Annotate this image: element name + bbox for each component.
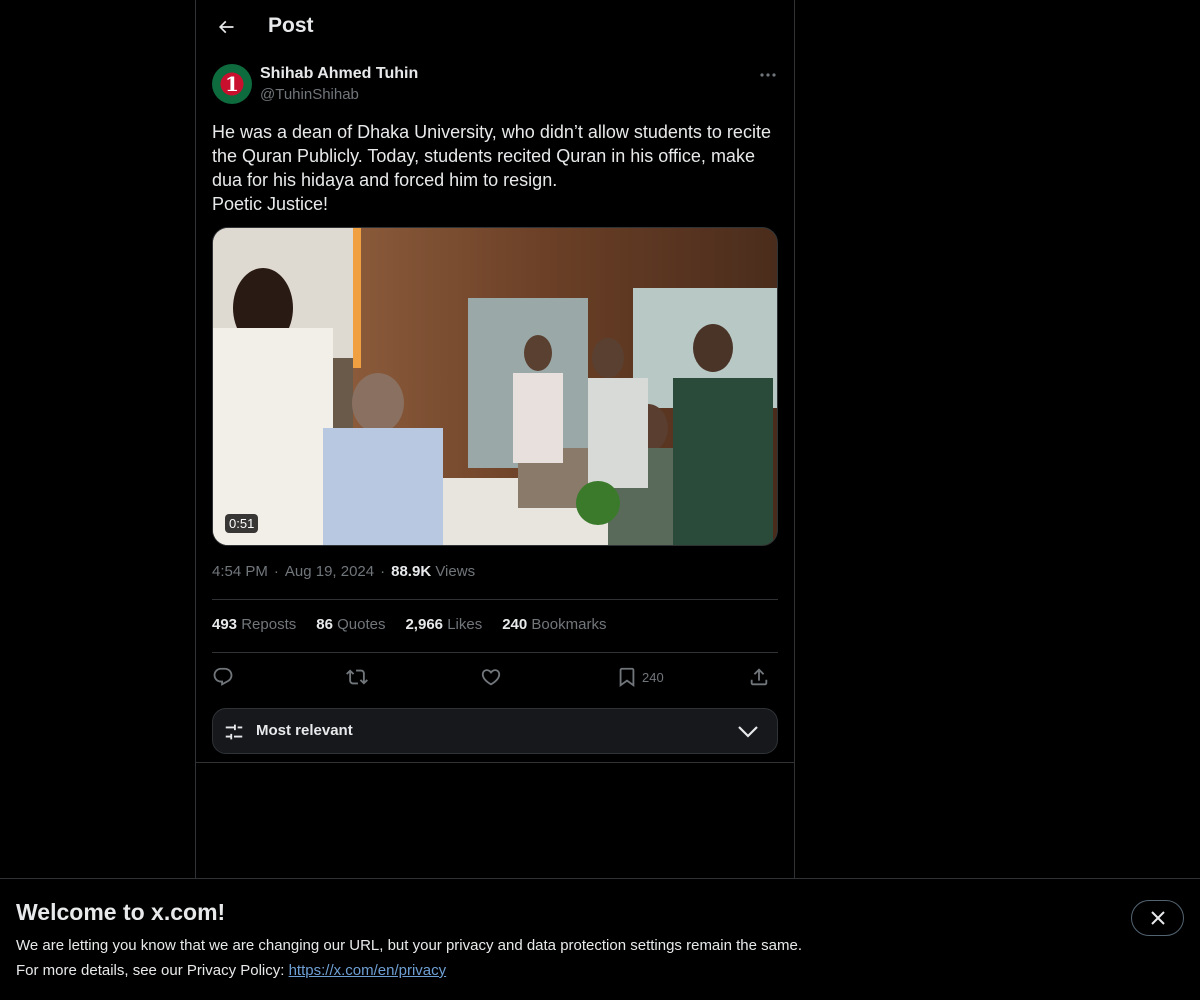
likes-stat[interactable]: 2,966 Likes <box>405 616 482 633</box>
more-options-button[interactable] <box>754 64 782 86</box>
separator: · <box>380 563 386 580</box>
quotes-label: Quotes <box>337 616 386 633</box>
privacy-policy-link[interactable]: https://x.com/en/privacy <box>289 962 447 979</box>
reply-icon <box>213 667 233 686</box>
reposts-label: Reposts <box>241 616 297 633</box>
avatar[interactable]: 1 <box>212 64 252 104</box>
banner-privacy-line: For more details, see our Privacy Policy… <box>16 962 446 979</box>
views-label: Views <box>435 563 476 580</box>
sort-label: Most relevant <box>256 722 353 739</box>
author-handle[interactable]: @TuhinShihab <box>260 86 359 103</box>
page-header: Post <box>196 0 794 54</box>
video-thumbnail <box>213 228 777 545</box>
reposts-stat[interactable]: 493 Reposts <box>212 616 296 633</box>
banner-title: Welcome to x.com! <box>16 899 226 925</box>
video-player[interactable]: 0:51 <box>212 227 778 546</box>
views-count: 88.9K <box>391 563 432 580</box>
divider <box>196 762 794 763</box>
bookmarks-count: 240 <box>502 616 528 633</box>
bookmarks-stat[interactable]: 240 Bookmarks <box>502 616 606 633</box>
sliders-icon <box>225 724 243 740</box>
sort-replies-dropdown[interactable]: Most relevant <box>212 708 778 754</box>
chevron-down-icon <box>738 726 758 738</box>
likes-count: 2,966 <box>405 616 444 633</box>
welcome-banner: Welcome to x.com! We are letting you kno… <box>0 878 1200 1000</box>
quotes-stat[interactable]: 86 Quotes <box>316 616 385 633</box>
post-time[interactable]: 4:54 PM <box>212 563 268 580</box>
arrow-left-icon <box>218 20 234 34</box>
post-date[interactable]: Aug 19, 2024 <box>285 563 374 580</box>
divider <box>212 652 778 653</box>
post-meta: 4:54 PM · Aug 19, 2024 · 88.9K Views <box>212 563 475 580</box>
close-icon <box>1150 911 1165 925</box>
quotes-count: 86 <box>316 616 333 633</box>
bookmarks-label: Bookmarks <box>531 616 607 633</box>
bookmark-button[interactable]: 240 <box>616 662 664 692</box>
avatar-digit: 1 <box>225 72 239 96</box>
like-button[interactable] <box>480 662 502 692</box>
banner-privacy-prefix: For more details, see our Privacy Policy… <box>16 962 289 979</box>
more-dots-icon <box>760 73 776 77</box>
repost-button[interactable] <box>346 662 368 692</box>
post-text: He was a dean of Dhaka University, who d… <box>212 122 771 214</box>
bookmark-icon <box>619 667 635 688</box>
close-banner-button[interactable] <box>1131 900 1184 936</box>
action-bar: 240 <box>212 662 778 692</box>
separator: · <box>273 563 279 580</box>
divider <box>212 599 778 600</box>
reposts-count: 493 <box>212 616 238 633</box>
stats-row: 493 Reposts 86 Quotes 2,966 Likes 240 Bo… <box>212 616 606 633</box>
banner-message: We are letting you know that we are chan… <box>16 937 802 954</box>
video-duration: 0:51 <box>225 514 259 533</box>
main-column: Post 1 Shihab Ahmed Tuhin @TuhinShihab H… <box>195 0 795 878</box>
back-button[interactable] <box>208 9 244 45</box>
share-button[interactable] <box>748 662 770 692</box>
bookmark-count: 240 <box>642 669 664 685</box>
share-icon <box>750 668 768 686</box>
repost-icon <box>346 669 368 685</box>
likes-label: Likes <box>447 616 483 633</box>
page-title: Post <box>268 14 314 37</box>
reply-button[interactable] <box>212 662 234 692</box>
heart-icon <box>481 669 501 686</box>
author-name[interactable]: Shihab Ahmed Tuhin <box>260 65 418 83</box>
